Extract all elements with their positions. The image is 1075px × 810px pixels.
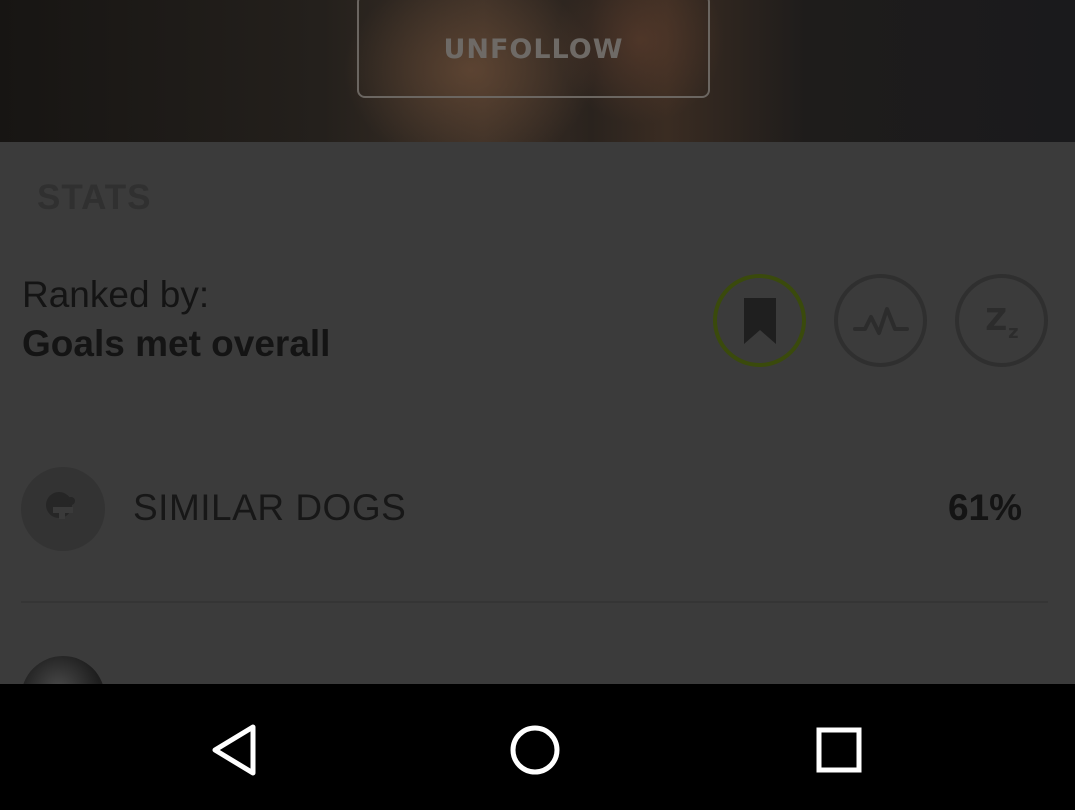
ranked-by-value: Goals met overall (22, 323, 331, 364)
stats-heading: STATS (37, 178, 152, 217)
app-screen: UNFOLLOW STATS Ranked by: Goals met over… (0, 0, 1075, 810)
rank-sleep-button[interactable]: Zz (955, 274, 1048, 367)
similar-dogs-icon (46, 492, 75, 519)
back-triangle-icon (212, 724, 256, 776)
header-photo: UNFOLLOW (0, 0, 1075, 142)
list-item-name: SIMILAR DOGS (133, 487, 407, 528)
nav-home-button[interactable] (495, 710, 575, 790)
home-circle-icon (510, 725, 560, 775)
rank-goals-button[interactable] (713, 274, 806, 367)
nav-recents-button[interactable] (799, 710, 879, 790)
list-item-value: 61% (947, 487, 1022, 528)
sleep-z-big: Z (985, 303, 1008, 338)
recents-square-icon (816, 727, 862, 773)
android-nav-bar (0, 684, 1075, 810)
rank-activity-button[interactable] (834, 274, 927, 367)
stats-section: STATS Ranked by: Goals met overall Zz SI… (0, 142, 1075, 740)
sleep-z-small: z (1008, 322, 1019, 343)
sleep-zz-icon: Zz (985, 303, 1018, 343)
ranked-by-label: Ranked by: (22, 274, 210, 315)
nav-back-button[interactable] (194, 710, 274, 790)
bookmark-icon (743, 297, 776, 344)
unfollow-button[interactable]: UNFOLLOW (357, 0, 710, 98)
unfollow-label: UNFOLLOW (443, 33, 624, 65)
similar-dogs-avatar (21, 467, 105, 551)
divider (21, 601, 1048, 603)
list-item[interactable]: SIMILAR DOGS 61% (0, 462, 1075, 562)
activity-icon (852, 306, 909, 335)
